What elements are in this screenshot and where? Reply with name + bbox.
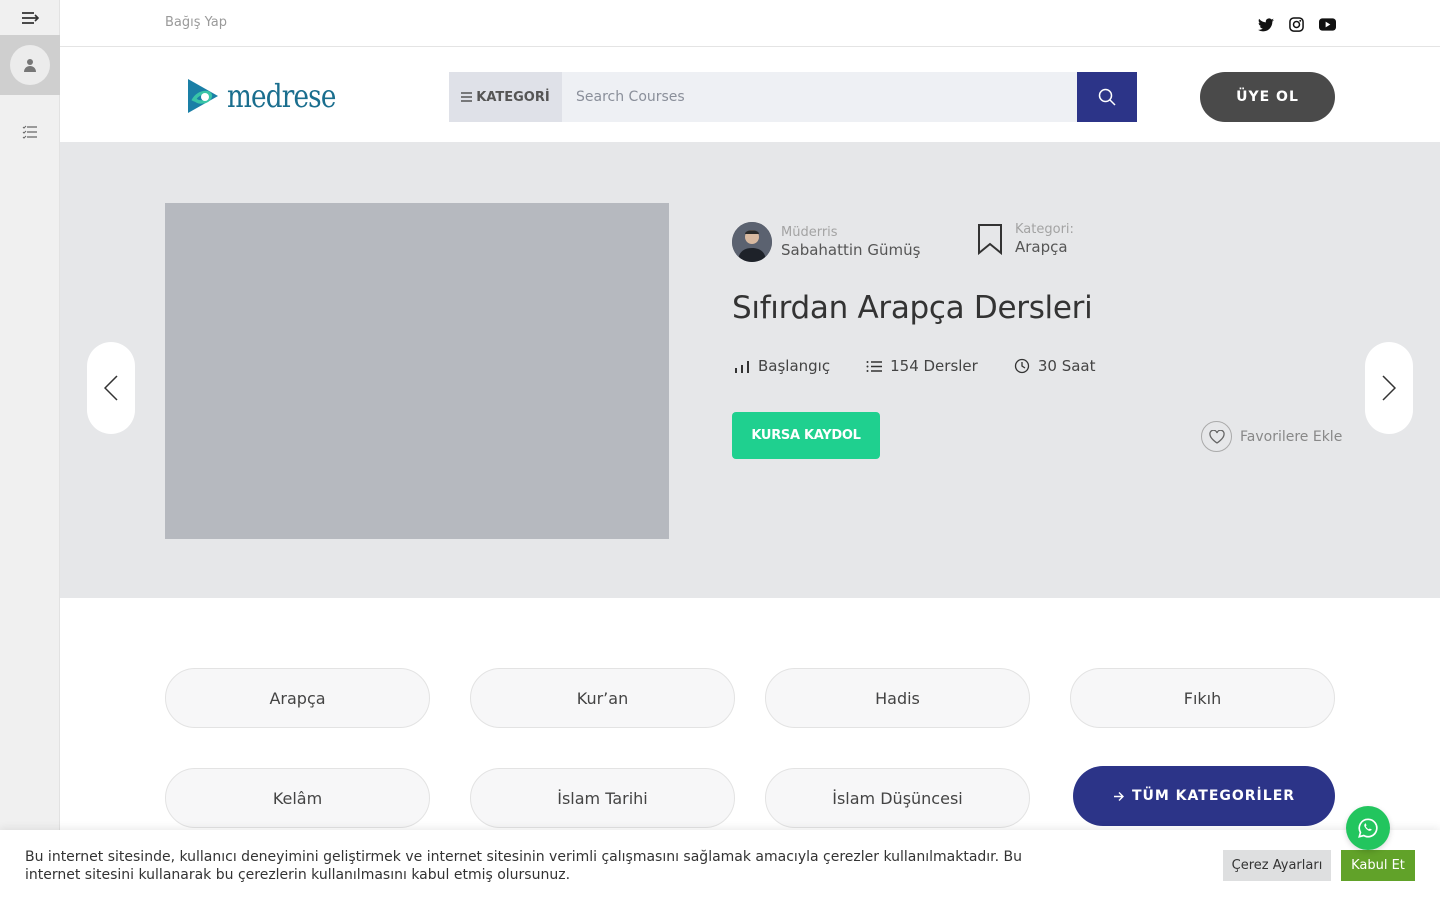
category-dropdown-button[interactable]: KATEGORİ <box>449 72 562 122</box>
course-stats: Başlangıç 154 Dersler 30 Saat <box>734 357 1096 375</box>
course-category[interactable]: Kategori: Arapça <box>977 222 1074 256</box>
whatsapp-button[interactable] <box>1346 806 1390 850</box>
add-to-favorites-button[interactable]: Favorilere Ekle <box>1201 421 1342 452</box>
level-stat: Başlangıç <box>734 357 830 375</box>
instructor-avatar <box>732 222 772 262</box>
youtube-icon[interactable] <box>1319 16 1336 33</box>
category-pill[interactable]: Kur’an <box>470 668 735 728</box>
arrow-right-icon <box>1113 791 1124 801</box>
category-label: Kategori: <box>1015 222 1074 237</box>
category-value: Arapça <box>1015 238 1068 256</box>
user-icon <box>10 45 50 85</box>
social-links <box>1257 16 1336 33</box>
list-icon <box>866 360 883 372</box>
instagram-icon[interactable] <box>1288 16 1305 33</box>
left-sidebar <box>0 0 60 900</box>
search-input[interactable] <box>562 72 1077 122</box>
signup-button[interactable]: ÜYE OL <box>1200 72 1335 122</box>
category-pill[interactable]: Kelâm <box>165 768 430 828</box>
search-icon <box>1098 88 1116 106</box>
course-image[interactable] <box>165 203 669 539</box>
search-bar: KATEGORİ <box>449 72 1137 122</box>
hero-slider: Müderris Sabahattin Gümüş Kategori: Arap… <box>60 142 1440 598</box>
cookie-text: Bu internet sitesinde, kullanıcı deneyim… <box>25 849 1023 883</box>
logo-text: medrese <box>227 77 336 115</box>
category-pill[interactable]: Hadis <box>765 668 1030 728</box>
hamburger-icon <box>461 92 473 102</box>
all-categories-button[interactable]: TÜM KATEGORİLER <box>1073 766 1335 826</box>
course-list-icon[interactable] <box>0 115 60 149</box>
cookie-settings-button[interactable]: Çerez Ayarları <box>1223 850 1331 881</box>
instructor-info[interactable]: Müderris Sabahattin Gümüş <box>732 222 920 262</box>
logo-icon <box>188 79 218 113</box>
level-bars-icon <box>735 360 749 373</box>
duration-stat: 30 Saat <box>1014 357 1096 375</box>
site-logo[interactable]: medrese <box>185 77 359 115</box>
prev-slide-button[interactable] <box>87 342 135 434</box>
favorite-label: Favorilere Ekle <box>1240 428 1343 445</box>
category-label: KATEGORİ <box>476 89 550 105</box>
instructor-label: Müderris <box>781 225 838 240</box>
cookie-banner: Bu internet sitesinde, kullanıcı deneyim… <box>0 830 1440 900</box>
donate-link[interactable]: Bağış Yap <box>165 15 227 30</box>
category-pill[interactable]: İslam Düşüncesi <box>765 768 1030 828</box>
user-button[interactable] <box>0 35 60 95</box>
category-pill[interactable]: Fıkıh <box>1070 668 1335 728</box>
course-title[interactable]: Sıfırdan Arapça Dersleri <box>732 290 1093 326</box>
twitter-icon[interactable] <box>1257 16 1274 33</box>
enroll-button[interactable]: KURSA KAYDOL <box>732 412 880 459</box>
chevron-left-icon <box>104 375 118 401</box>
heart-icon <box>1201 421 1232 452</box>
clock-icon <box>1014 358 1029 374</box>
instructor-name: Sabahattin Gümüş <box>781 241 921 259</box>
lessons-stat: 154 Dersler <box>866 357 978 375</box>
top-bar: Bağış Yap <box>60 0 1440 47</box>
category-pill[interactable]: Arapça <box>165 668 430 728</box>
whatsapp-icon <box>1358 818 1378 838</box>
bookmark-icon <box>978 224 1002 255</box>
cookie-accept-button[interactable]: Kabul Et <box>1341 850 1415 881</box>
category-pill[interactable]: İslam Tarihi <box>470 768 735 828</box>
search-button[interactable] <box>1077 72 1137 122</box>
menu-toggle-icon[interactable] <box>0 0 60 35</box>
next-slide-button[interactable] <box>1365 342 1413 434</box>
chevron-right-icon <box>1382 375 1396 401</box>
header: medrese KATEGORİ ÜYE OL <box>60 47 1440 142</box>
